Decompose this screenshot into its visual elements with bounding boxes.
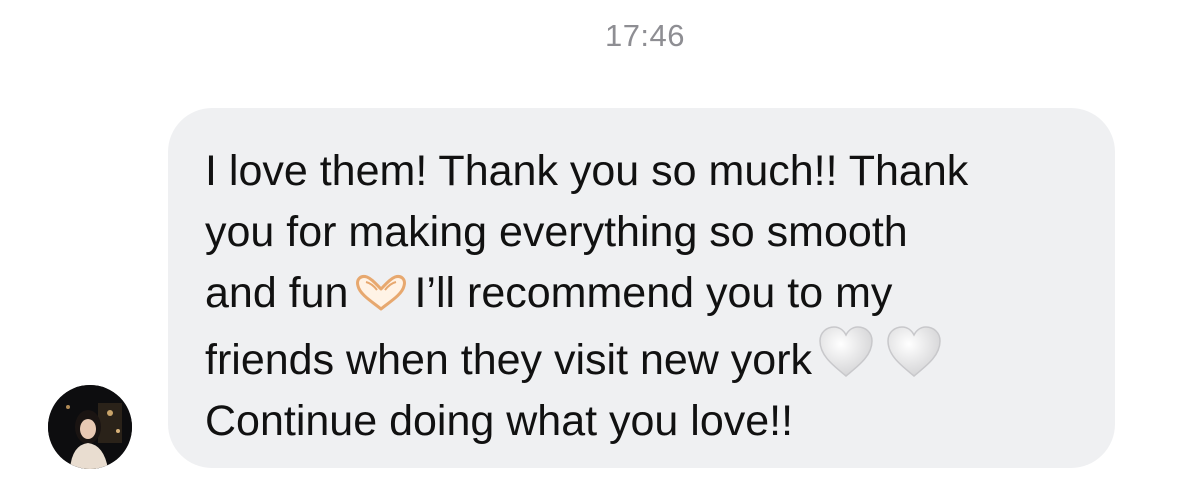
- message-line: friends when they visit new york: [205, 324, 1085, 391]
- sender-avatar[interactable]: [48, 385, 132, 469]
- message-text: I’ll recommend you to my: [414, 269, 893, 317]
- message-timestamp: 17:46: [604, 18, 686, 53]
- message-text: and fun: [205, 269, 349, 317]
- white-heart-icon: [816, 324, 876, 380]
- message-line: and fun I’ll recommend you to my: [205, 263, 1085, 324]
- white-heart-icon: [884, 324, 944, 380]
- message-text: friends when they visit new york: [205, 336, 813, 384]
- message-line: Continue doing what you love!!: [205, 397, 794, 445]
- message-bubble[interactable]: I love them! Thank you so much!! Thank y…: [168, 108, 1115, 468]
- message-line: you for making everything so smooth: [205, 208, 908, 256]
- message-line: I love them! Thank you so much!! Thank: [205, 147, 969, 195]
- heart-hands-icon: [352, 273, 410, 313]
